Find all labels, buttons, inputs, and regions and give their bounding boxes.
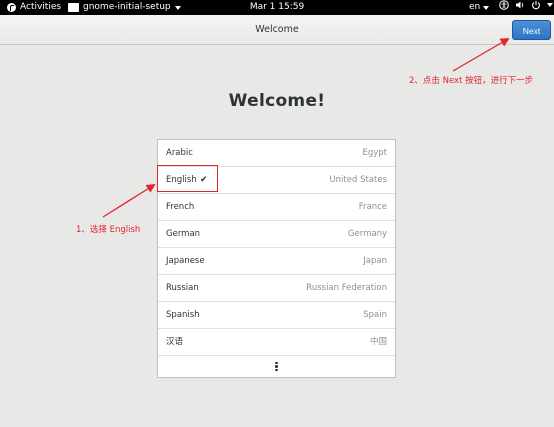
arrow-to-next <box>452 38 510 72</box>
annotation-arrows <box>102 38 510 218</box>
arrow-to-english <box>102 183 156 218</box>
